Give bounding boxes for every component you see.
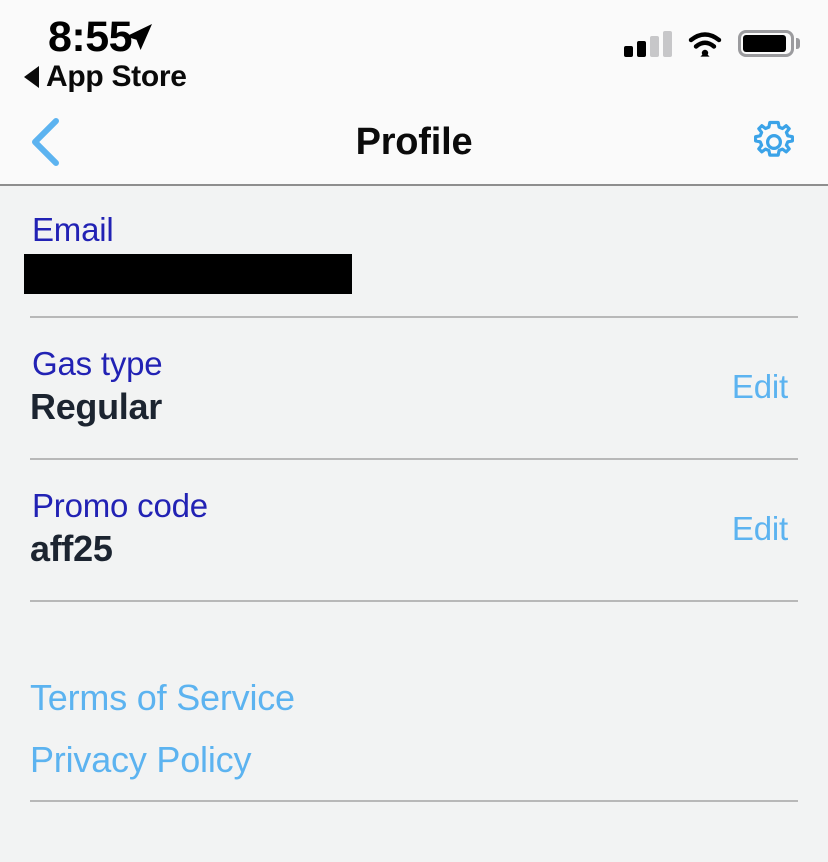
email-label: Email [32, 211, 114, 248]
promo-code-label: Promo code [32, 487, 208, 524]
profile-row-gas-type: Gas type Regular Edit [30, 318, 798, 460]
chevron-left-icon [32, 118, 59, 166]
back-to-app-store-button[interactable]: App Store [24, 59, 187, 95]
privacy-policy-link[interactable]: Privacy Policy [30, 738, 798, 782]
gas-type-label: Gas type [32, 345, 163, 382]
battery-icon [738, 30, 800, 57]
edit-gas-type-button[interactable]: Edit [732, 368, 798, 406]
navigation-bar: Profile [0, 100, 828, 186]
bottom-spacer [0, 802, 828, 862]
settings-button[interactable] [750, 118, 798, 166]
cellular-signal-icon [624, 30, 672, 57]
app-screen: 8:55 App Store Profile Email Gas type Re… [0, 0, 828, 862]
triangle-left-icon [24, 65, 39, 88]
location-arrow-icon [126, 24, 152, 50]
back-button[interactable] [18, 114, 74, 170]
profile-row-email: Email [24, 186, 798, 318]
page-title: Profile [355, 120, 473, 163]
edit-promo-code-button[interactable]: Edit [732, 510, 798, 548]
promo-code-value: aff25 [30, 528, 113, 569]
gear-icon [754, 120, 794, 157]
wifi-icon [688, 31, 722, 57]
back-to-app-label: App Store [46, 60, 187, 93]
terms-of-service-link[interactable]: Terms of Service [30, 676, 798, 720]
gas-type-value: Regular [30, 386, 162, 427]
legal-links: Terms of Service Privacy Policy [30, 676, 798, 802]
email-value-redacted [24, 254, 352, 294]
profile-row-promo-code: Promo code aff25 Edit [30, 460, 798, 602]
status-bar: 8:55 App Store [0, 0, 828, 100]
profile-content: Email Gas type Regular Edit Promo code a… [0, 186, 828, 862]
status-indicators [624, 30, 800, 57]
